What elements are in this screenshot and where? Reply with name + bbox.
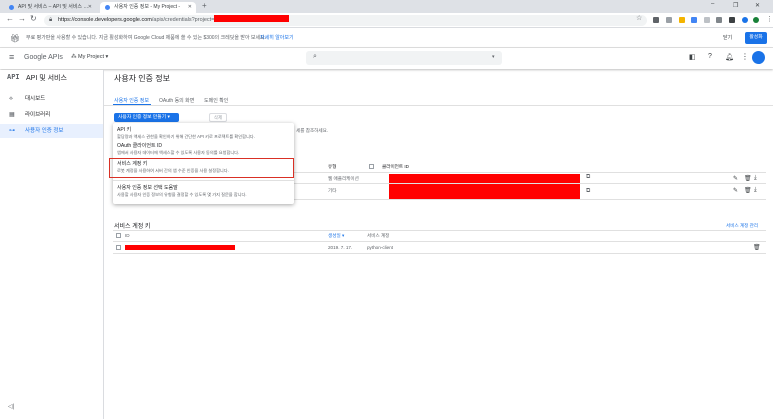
divider <box>113 230 766 231</box>
row-type: 기타 <box>328 188 337 193</box>
copy-icon[interactable]: ⧉ <box>586 174 590 181</box>
edit-icon[interactable]: ✎ <box>733 175 738 182</box>
library-icon: ▦ <box>9 112 15 118</box>
minimize-button[interactable]: – <box>711 1 714 7</box>
activate-button[interactable]: 활성화 <box>745 32 767 44</box>
menu-divider <box>113 180 294 181</box>
google-cloud-favicon-icon <box>9 5 14 10</box>
sidebar-title: API 및 서비스 <box>26 75 67 82</box>
account-avatar[interactable] <box>752 51 765 64</box>
sidebar: API API 및 서비스 ⟡ 대시보드 ▦ 라이브러리 ⊶ 사용자 인증 정보… <box>0 70 104 419</box>
profile-avatar-icon[interactable] <box>742 17 748 23</box>
search-input[interactable]: ⌕ ▾ <box>306 51 502 65</box>
browser-tab-credentials[interactable]: 사용자 인증 정보 - My Project - ✕ <box>100 2 196 13</box>
highlight-box <box>109 158 294 178</box>
api-badge: API <box>7 73 20 81</box>
tab-domain-verification[interactable]: 도메인 확인 <box>204 97 228 104</box>
close-tab-icon[interactable]: ✕ <box>88 2 92 13</box>
download-icon[interactable]: ⤓ <box>754 187 757 194</box>
delete-icon[interactable]: 🗑︎ <box>744 187 752 194</box>
notifications-icon[interactable]: 🔔︎ <box>725 53 734 61</box>
address-bar[interactable]: 🔒︎ https://console.developers.google.com… <box>44 15 647 26</box>
dismiss-banner-button[interactable]: 닫기 <box>723 29 732 48</box>
key-icon: ⊶ <box>9 128 15 134</box>
hint-text: 세를 참조하세요. <box>296 128 329 133</box>
create-credentials-button[interactable]: 사용자 인증 정보 만들기 ▾ <box>114 113 179 122</box>
bookmark-star-icon[interactable]: ☆ <box>636 14 642 22</box>
column-header-created[interactable]: 생성일 ▾ <box>328 233 344 239</box>
search-icon: ⌕ <box>313 53 317 60</box>
menu-item-oauth-client-id[interactable]: OAuth 클라이언트 ID 앱에서 사용자 데이터에 액세스할 수 있도록 사… <box>117 143 292 156</box>
page-title: 사용자 인증 정보 <box>114 74 170 83</box>
menu-item-api-key[interactable]: API 키 할당량과 액세스 권한을 확인하기 위해 간단한 API 키로 프로… <box>117 127 292 140</box>
collapse-sidebar-icon[interactable]: ◁| <box>8 403 14 410</box>
manage-service-accounts-link[interactable]: 서비스 계정 관리 <box>726 223 758 229</box>
column-header-service-account: 서비스 계정 <box>367 233 390 238</box>
select-all-checkbox[interactable] <box>116 233 121 238</box>
tab-credentials[interactable]: 사용자 인증 정보 <box>114 97 149 104</box>
learn-more-link[interactable]: 자세히 알아보기 <box>260 29 294 48</box>
extension-icon[interactable] <box>679 17 685 23</box>
tab-oauth-consent[interactable]: OAuth 동의 화면 <box>159 97 194 104</box>
extension-icon[interactable] <box>704 17 710 23</box>
row-type: 웹 애플리케이션 <box>328 176 359 181</box>
service-account-keys-title: 서비스 계정 키 <box>114 224 151 230</box>
maximize-button[interactable]: ❐ <box>733 2 738 9</box>
sidebar-item-library[interactable]: ▦ 라이브러리 <box>0 108 103 122</box>
browser-tab-api-services[interactable]: API 및 서비스 – API 및 서비스 … ✕ <box>4 2 96 13</box>
row-checkbox[interactable] <box>116 245 121 250</box>
extension-icon[interactable] <box>666 17 672 23</box>
extension-icon[interactable] <box>691 17 697 23</box>
more-options-icon[interactable]: ⋮ <box>741 52 749 61</box>
redacted-project-id <box>214 15 290 22</box>
browser-menu-icon[interactable]: ⋮ <box>766 15 773 23</box>
cloud-shell-icon[interactable]: ◧ <box>689 53 696 61</box>
forward-arrow-icon[interactable]: → <box>18 14 26 23</box>
help-icon[interactable]: ? <box>708 53 712 60</box>
column-header-id: ID <box>125 233 130 238</box>
google-cloud-favicon-icon <box>105 5 110 10</box>
delete-icon[interactable]: 🗑︎ <box>744 175 752 182</box>
back-arrow-icon[interactable]: ← <box>6 14 14 23</box>
divider <box>113 241 766 242</box>
lock-icon: 🔒︎ <box>49 17 53 23</box>
extension-icon[interactable] <box>653 17 659 23</box>
column-checkbox[interactable] <box>369 164 374 169</box>
top-app-bar: ≡ Google APIs ⁂ My Project ▾ ⌕ ▾ ◧ ? 🔔︎ … <box>0 48 773 69</box>
extension-icon[interactable] <box>729 17 735 23</box>
close-tab-icon[interactable]: ✕ <box>188 2 192 13</box>
gift-icon: 🎁︎ <box>10 34 21 43</box>
hamburger-menu-icon[interactable]: ≡ <box>9 52 14 62</box>
project-selector[interactable]: ⁂ My Project ▾ <box>71 54 108 60</box>
dashboard-icon: ⟡ <box>9 96 13 102</box>
column-header-client-id: 클라이언트 ID <box>382 164 410 169</box>
divider <box>113 253 766 254</box>
copy-icon[interactable]: ⧉ <box>586 188 590 195</box>
extension-icon[interactable] <box>716 17 722 23</box>
service-account-name: python-client <box>367 245 394 250</box>
delete-button[interactable]: 삭제 <box>209 113 227 122</box>
new-tab-button[interactable]: + <box>202 1 207 10</box>
reload-icon[interactable]: ↻ <box>30 14 37 23</box>
close-window-button[interactable]: ✕ <box>755 2 760 9</box>
edit-icon[interactable]: ✎ <box>733 187 738 194</box>
chevron-down-icon: ▾ <box>104 54 109 60</box>
search-dropdown-icon[interactable]: ▾ <box>492 54 495 60</box>
created-date: 2019. 7. 17. <box>328 245 353 250</box>
account-avatar-icon[interactable] <box>753 17 759 23</box>
redacted-key-id <box>125 245 235 250</box>
divider <box>104 105 773 106</box>
column-header-type: 유형 <box>328 164 337 169</box>
delete-icon[interactable]: 🗑︎ <box>753 244 761 251</box>
redacted-client-id <box>389 188 580 199</box>
free-trial-banner: 🎁︎ 무료 평가판을 사용할 수 있습니다. 지금 활성화하여 Google C… <box>0 29 773 48</box>
project-icon: ⁂ <box>71 54 79 60</box>
sidebar-item-credentials[interactable]: ⊶ 사용자 인증 정보 <box>0 124 103 138</box>
download-icon[interactable]: ⤓ <box>754 175 757 182</box>
sidebar-item-dashboard[interactable]: ⟡ 대시보드 <box>0 92 103 106</box>
google-apis-logo[interactable]: Google APIs <box>24 54 63 61</box>
browser-tab-bar: API 및 서비스 – API 및 서비스 … ✕ 사용자 인증 정보 - My… <box>0 0 773 13</box>
menu-item-help-me-choose[interactable]: 사용자 인증 정보 선택 도움말 사용할 사용자 인증 정보의 유형을 결정할 … <box>117 185 292 198</box>
